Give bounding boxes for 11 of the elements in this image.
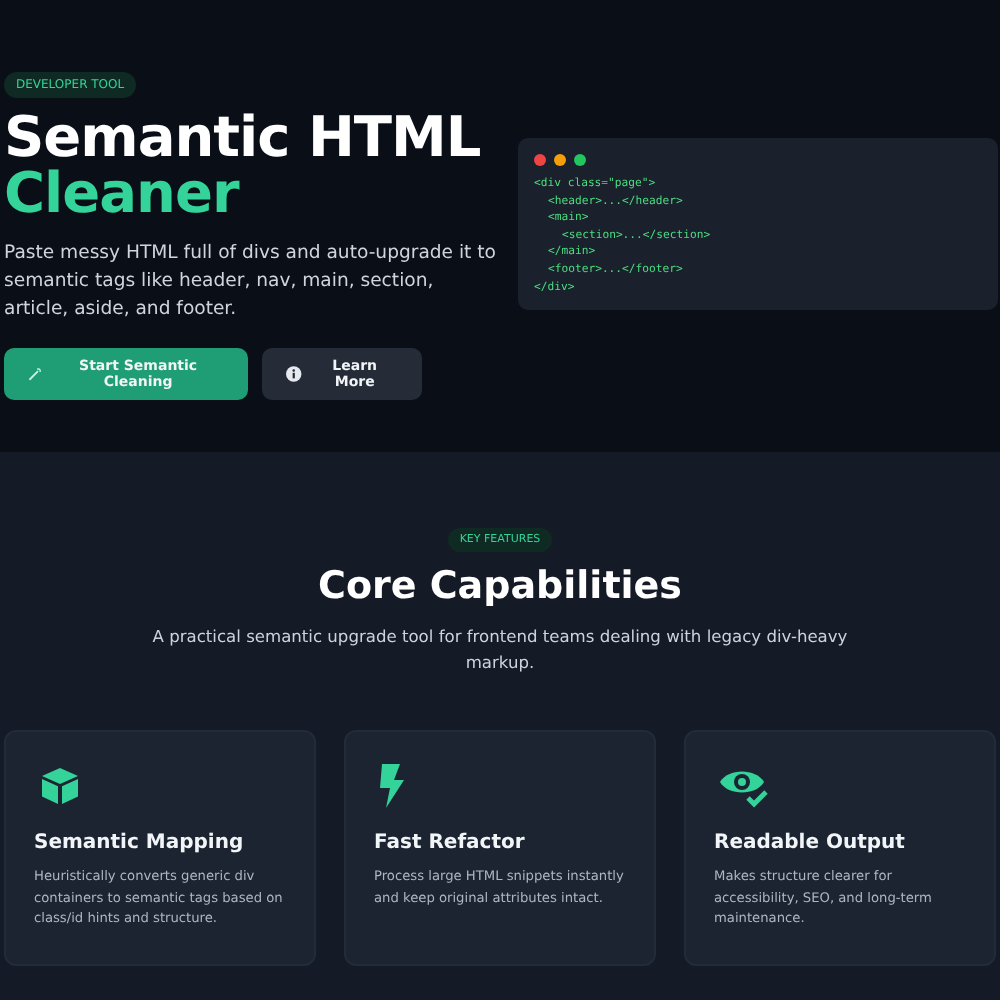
section-subtitle: A practical semantic upgrade tool for frontend teams dealing with legacy div-heavy markup.	[150, 624, 850, 676]
feature-title: Readable Output	[714, 832, 907, 854]
hero-description: Paste messy HTML full of divs and auto-upgrade it to semantic tags like header, nav, main, section, article, aside, and footer.	[4, 240, 498, 324]
section-title: Core Capabilities	[318, 564, 682, 608]
feature-title: Semantic Mapping	[34, 832, 246, 854]
cube-icon	[38, 764, 82, 808]
info-icon	[286, 366, 302, 382]
lightning-icon	[378, 764, 406, 808]
wand-icon	[28, 366, 43, 382]
feature-title: Fast Refactor	[374, 832, 527, 854]
hero-title: Semantic HTML Cleaner	[4, 110, 483, 222]
